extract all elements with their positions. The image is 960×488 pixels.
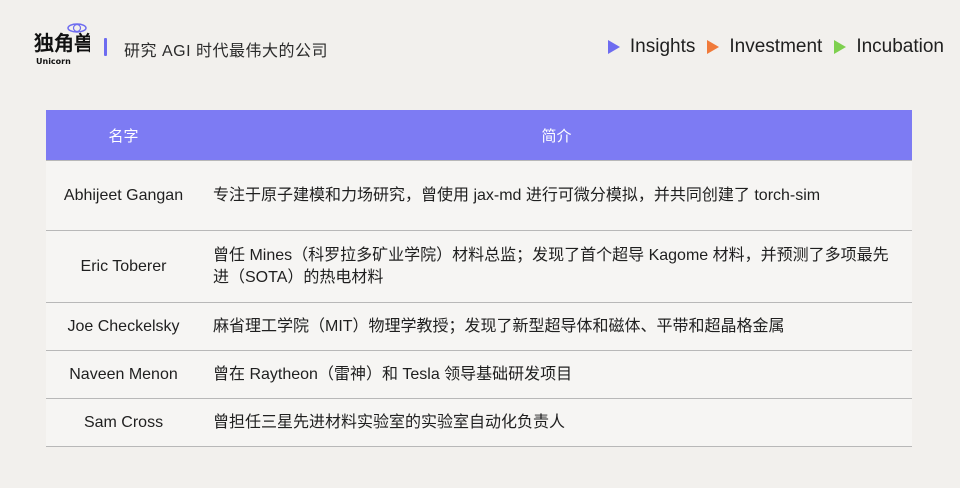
nav-insights-label: Insights xyxy=(629,36,696,57)
nav-incubation-label: Incubation xyxy=(856,36,944,57)
nav-investment[interactable]: Investment xyxy=(707,36,822,58)
svg-text:Unicorn: Unicorn xyxy=(36,57,71,66)
row-name: Naveen Menon xyxy=(46,350,201,399)
row-name: Abhijeet Gangan xyxy=(46,160,201,231)
triangle-right-icon xyxy=(707,40,720,54)
column-header-desc: 简介 xyxy=(201,110,912,161)
row-desc: 麻省理工学院（MIT）物理学教授；发现了新型超导体和磁体、平带和超晶格金属 xyxy=(201,302,912,351)
row-name: Eric Toberer xyxy=(46,230,201,303)
row-name: Sam Cross xyxy=(46,398,201,447)
people-table: 名字 简介 Abhijeet Gangan 专注于原子建模和力场研究，曾使用 j… xyxy=(46,110,912,447)
table-header-row: 名字 简介 xyxy=(46,110,912,161)
triangle-right-icon xyxy=(834,40,847,54)
column-header-name: 名字 xyxy=(46,110,201,161)
table-row: Abhijeet Gangan 专注于原子建模和力场研究，曾使用 jax-md … xyxy=(46,160,912,231)
row-desc: 曾担任三星先进材料实验室的实验室自动化负责人 xyxy=(201,398,912,447)
row-desc: 曾在 Raytheon（雷神）和 Tesla 领导基础研发项目 xyxy=(201,350,912,399)
header-divider xyxy=(104,38,107,56)
table-row: Naveen Menon 曾在 Raytheon（雷神）和 Tesla 领导基础… xyxy=(46,350,912,399)
row-desc: 专注于原子建模和力场研究，曾使用 jax-md 进行可微分模拟，并共同创建了 t… xyxy=(201,160,912,231)
svg-text:独角兽: 独角兽 xyxy=(34,31,90,55)
nav-insights[interactable]: Insights xyxy=(607,36,696,58)
table-row: Eric Toberer 曾任 Mines（科罗拉多矿业学院）材料总监；发现了首… xyxy=(46,230,912,303)
row-desc: 曾任 Mines（科罗拉多矿业学院）材料总监；发现了首个超导 Kagome 材料… xyxy=(201,230,912,303)
nav-investment-label: Investment xyxy=(729,36,823,57)
tagline: 研究 AGI 时代最伟大的公司 xyxy=(124,43,328,60)
page-header: 独角兽 Unicorn 研究 AGI 时代最伟大的公司 Insights Inv… xyxy=(0,0,960,90)
table-row: Joe Checkelsky 麻省理工学院（MIT）物理学教授；发现了新型超导体… xyxy=(46,302,912,351)
unicorn-logo: 独角兽 Unicorn xyxy=(32,18,94,68)
header-nav: Insights Investment Incubation xyxy=(596,36,944,58)
triangle-right-icon xyxy=(607,40,620,54)
nav-incubation[interactable]: Incubation xyxy=(834,36,944,58)
row-name: Joe Checkelsky xyxy=(46,302,201,351)
table-row: Sam Cross 曾担任三星先进材料实验室的实验室自动化负责人 xyxy=(46,398,912,447)
